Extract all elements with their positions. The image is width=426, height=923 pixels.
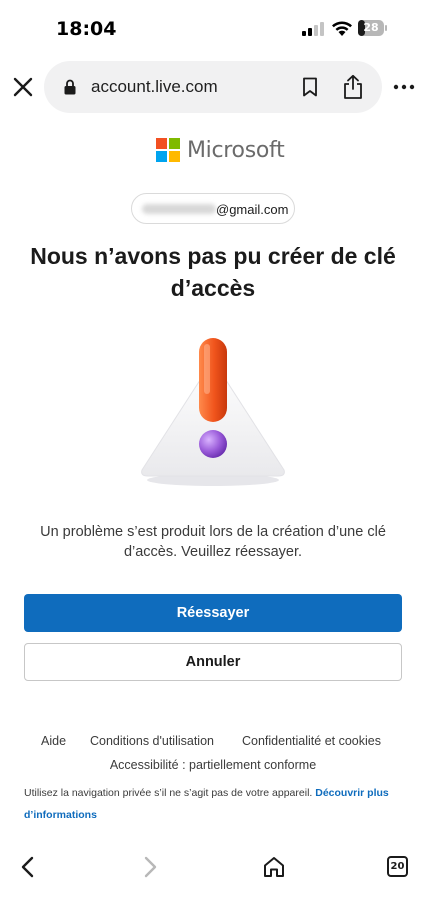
address-bar[interactable]: account.live.com xyxy=(44,61,382,113)
browser-toolbar: account.live.com xyxy=(0,60,426,114)
back-icon[interactable] xyxy=(18,856,38,878)
private-browsing-note: Utilisez la navigation privée s’il ne s’… xyxy=(24,782,402,826)
warning-triangle-icon xyxy=(141,338,285,486)
home-icon[interactable] xyxy=(262,855,286,879)
redacted-username xyxy=(142,204,216,214)
privacy-link[interactable]: Confidentialité et cookies xyxy=(242,734,381,748)
lock-icon xyxy=(64,79,76,95)
footer-links: Aide Conditions d'utilisation Confidenti… xyxy=(0,734,426,754)
forward-icon[interactable] xyxy=(140,856,160,878)
help-link[interactable]: Aide xyxy=(41,734,66,748)
private-browsing-text: Utilisez la navigation privée s’il ne s’… xyxy=(24,787,313,799)
browser-bottom-bar: 20 xyxy=(0,840,426,923)
url-text: account.live.com xyxy=(91,77,218,96)
wifi-icon xyxy=(332,21,352,36)
error-message: Un problème s’est produit lors de la cré… xyxy=(40,524,386,560)
account-identity-pill[interactable]: @gmail.com xyxy=(131,193,295,224)
battery-level-text: 28 xyxy=(363,21,379,34)
cellular-signal-icon xyxy=(302,22,324,36)
brand-name: Microsoft xyxy=(187,138,285,163)
share-icon[interactable] xyxy=(342,74,364,100)
status-time: 18:04 xyxy=(56,18,117,40)
bookmark-icon[interactable] xyxy=(302,77,318,97)
microsoft-logo-icon xyxy=(156,138,180,162)
retry-button[interactable]: Réessayer xyxy=(24,594,402,632)
cancel-button[interactable]: Annuler xyxy=(24,643,402,681)
account-email-suffix: @gmail.com xyxy=(216,202,289,217)
tabs-count-button[interactable]: 20 xyxy=(387,856,408,877)
terms-link[interactable]: Conditions d'utilisation xyxy=(90,734,214,748)
more-options-icon[interactable] xyxy=(392,82,416,92)
status-bar: 18:04 28 xyxy=(0,0,426,58)
page-title: Nous n’avons pas pu créer de clé d’accès xyxy=(30,243,396,301)
battery-icon: 28 xyxy=(358,20,388,37)
close-icon[interactable] xyxy=(10,74,36,100)
accessibility-link[interactable]: Accessibilité : partiellement conforme xyxy=(0,758,426,772)
